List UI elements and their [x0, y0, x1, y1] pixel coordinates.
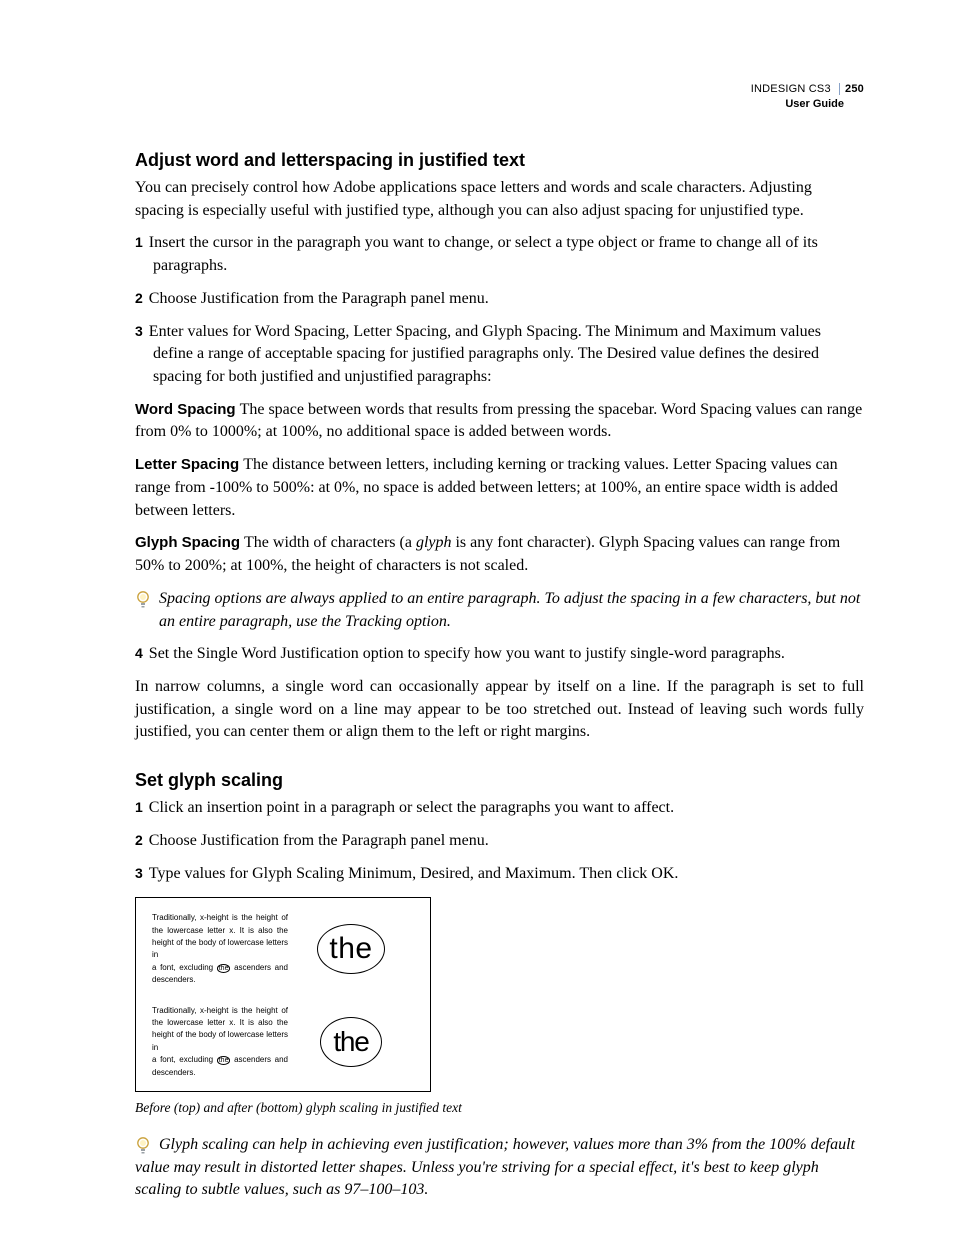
oval-the-before: the	[317, 924, 385, 974]
circled-word: the	[217, 1056, 231, 1065]
step-number: 1	[135, 799, 143, 815]
runin-label: Word Spacing	[135, 401, 236, 418]
def-body-glyph: glyph	[416, 534, 452, 551]
step-4: 4 Set the Single Word Justification optio…	[135, 643, 864, 666]
step-number: 3	[135, 865, 143, 881]
sample-line: ascenders and	[230, 1055, 288, 1064]
sample-text-before: Traditionally, x-height is the height of…	[152, 912, 288, 986]
tail-paragraph: In narrow columns, a single word can occ…	[135, 676, 864, 744]
def-glyph-spacing: Glyph SpacingThe width of characters (a …	[135, 532, 864, 577]
running-header: INDESIGN CS3 250 User Guide	[751, 82, 864, 112]
step-3: 3 Type values for Glyph Scaling Minimum, …	[135, 863, 864, 886]
lightbulb-icon	[135, 590, 151, 612]
tip-block: Spacing options are always applied to an…	[135, 588, 864, 633]
lightbulb-icon	[135, 1136, 151, 1158]
page-number: 250	[839, 83, 864, 95]
runin-label: Letter Spacing	[135, 456, 239, 473]
step-number: 2	[135, 290, 143, 306]
step-number: 3	[135, 323, 143, 339]
sample-line: ascenders and	[230, 963, 288, 972]
sample-line: Traditionally, x-height is the height of	[152, 913, 288, 922]
step-number: 4	[135, 645, 143, 661]
step-number: 2	[135, 832, 143, 848]
def-letter-spacing: Letter SpacingThe distance between lette…	[135, 454, 864, 522]
step-text: Click an insertion point in a paragraph …	[149, 799, 674, 816]
step-text: Set the Single Word Justification option…	[149, 645, 785, 662]
tip-text: Glyph scaling can help in achieving even…	[135, 1134, 864, 1202]
figure-row-before: Traditionally, x-height is the height of…	[152, 912, 414, 986]
header-line-1: INDESIGN CS3 250	[751, 82, 864, 97]
sample-line: height of the body of lowercase letters …	[152, 1030, 288, 1051]
runin-label: Glyph Spacing	[135, 534, 240, 551]
doc-title: User Guide	[751, 97, 864, 112]
step-number: 1	[135, 234, 143, 250]
intro-paragraph: You can precisely control how Adobe appl…	[135, 177, 864, 222]
step-text: Choose Justification from the Paragraph …	[149, 832, 489, 849]
def-word-spacing: Word SpacingThe space between words that…	[135, 399, 864, 444]
section-heading-adjust: Adjust word and letterspacing in justifi…	[135, 150, 864, 171]
sample-line: a font, excluding	[152, 963, 217, 972]
step-text: Insert the cursor in the paragraph you w…	[149, 234, 818, 274]
step-text: Enter values for Word Spacing, Letter Sp…	[149, 323, 821, 385]
step-2: 2 Choose Justification from the Paragraph…	[135, 288, 864, 311]
sample-line: descenders.	[152, 1067, 196, 1079]
page: INDESIGN CS3 250 User Guide Adjust word …	[0, 0, 954, 1235]
sample-text-after: Traditionally, x-height is the height of…	[152, 1005, 288, 1079]
def-body-a: The width of characters (a	[244, 534, 416, 551]
product-name: INDESIGN CS3	[751, 83, 831, 95]
figure-row-after: Traditionally, x-height is the height of…	[152, 1005, 414, 1079]
tip-block: Glyph scaling can help in achieving even…	[135, 1134, 864, 1202]
sample-line: descenders.	[152, 974, 196, 986]
step-1: 1 Click an insertion point in a paragraph…	[135, 797, 864, 820]
step-2: 2 Choose Justification from the Paragraph…	[135, 830, 864, 853]
step-3: 3 Enter values for Word Spacing, Letter S…	[135, 321, 864, 389]
content: Adjust word and letterspacing in justifi…	[135, 150, 864, 1202]
callout-before: the	[288, 924, 414, 974]
step-text: Choose Justification from the Paragraph …	[149, 290, 489, 307]
step-1: 1 Insert the cursor in the paragraph you …	[135, 232, 864, 277]
step-text: Type values for Glyph Scaling Minimum, D…	[149, 865, 679, 882]
def-body: The distance between letters, including …	[135, 456, 838, 518]
callout-after: the	[288, 1017, 414, 1067]
def-body-b: is any font character). Glyph Spacing va…	[135, 534, 840, 574]
oval-the-after: the	[320, 1017, 382, 1067]
figure-box: Traditionally, x-height is the height of…	[135, 897, 431, 1092]
sample-line: height of the body of lowercase letters …	[152, 938, 288, 959]
section-heading-glyph: Set glyph scaling	[135, 770, 864, 791]
tip-text: Spacing options are always applied to an…	[159, 588, 864, 633]
figure: Traditionally, x-height is the height of…	[135, 897, 864, 1116]
figure-caption: Before (top) and after (bottom) glyph sc…	[135, 1100, 864, 1116]
sample-line: a font, excluding	[152, 1055, 217, 1064]
sample-line: Traditionally, x-height is the height of	[152, 1006, 288, 1015]
def-body: The space between words that results fro…	[135, 401, 862, 441]
circled-word: the	[217, 964, 231, 973]
sample-line: the lowercase letter x. It is also the	[152, 1018, 288, 1027]
sample-line: the lowercase letter x. It is also the	[152, 926, 288, 935]
